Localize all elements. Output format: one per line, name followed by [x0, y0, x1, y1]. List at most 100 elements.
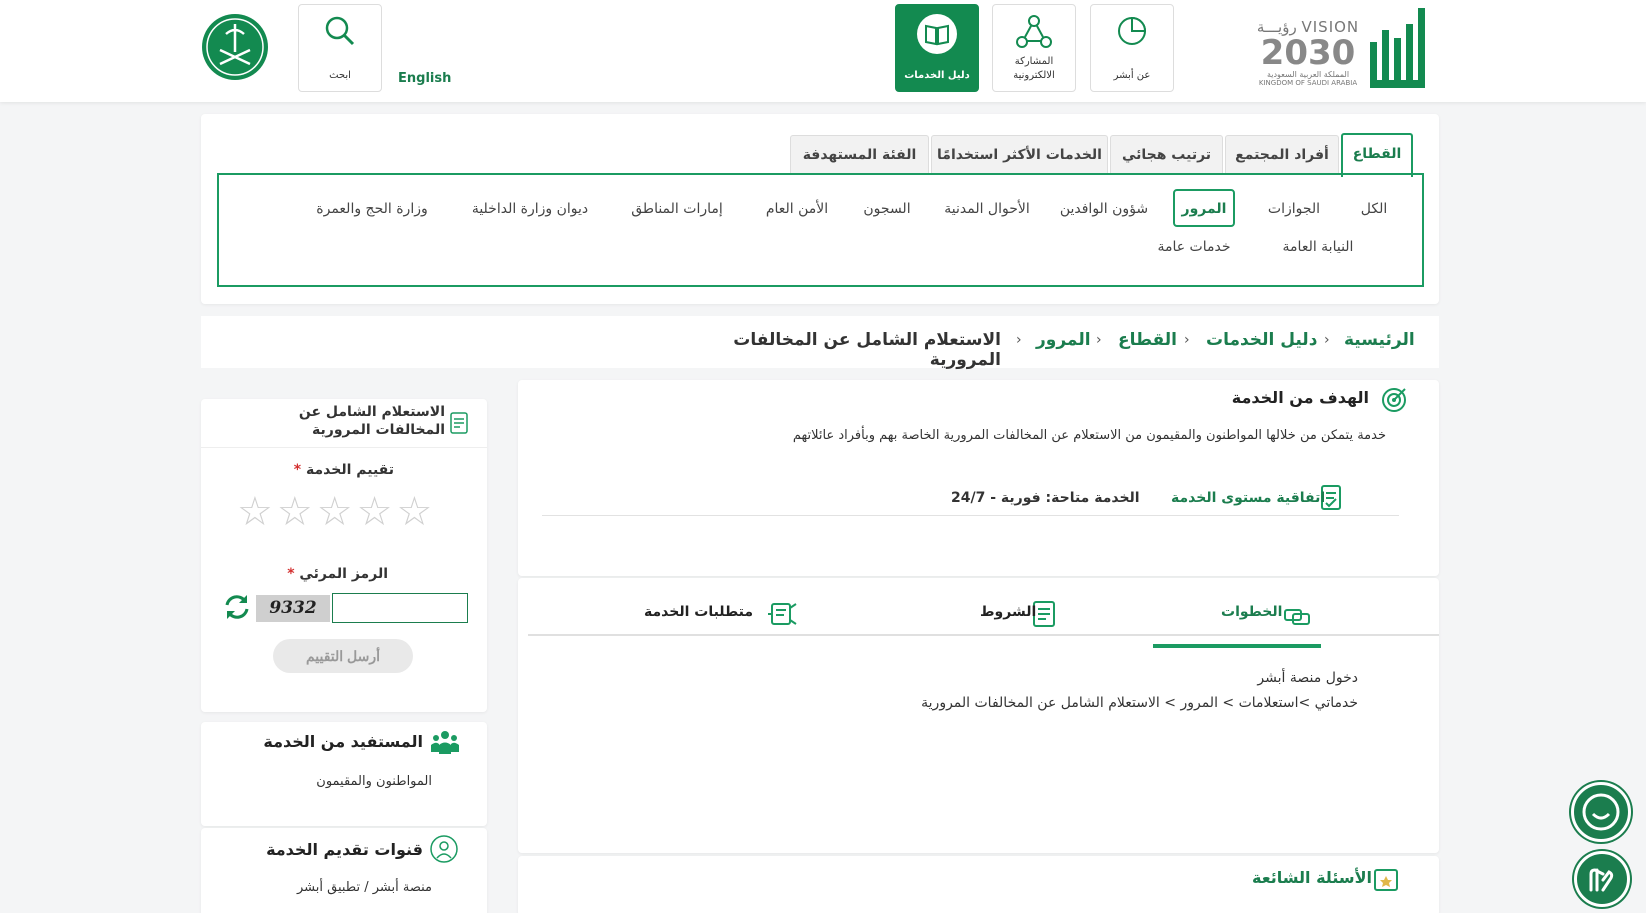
book-icon: [917, 14, 957, 54]
rating-label-row: تقييم الخدمة *: [294, 462, 394, 478]
services-guide-label: دليل الخدمات: [904, 70, 970, 81]
tab-community[interactable]: أفراد المجتمع: [1225, 135, 1339, 173]
star-icon[interactable]: ☆: [277, 489, 313, 535]
faq-card[interactable]: الأسئلة الشائعة: [518, 856, 1439, 913]
support-agent-icon: [430, 835, 458, 863]
sector-expatriates[interactable]: شؤون الوافدين: [1049, 191, 1159, 229]
required-mark: *: [293, 462, 302, 478]
english-link[interactable]: English: [398, 71, 451, 86]
sector-civil-affairs[interactable]: الأحوال المدنية: [939, 191, 1035, 229]
vision-2030-logo: رؤيـــة VISION 2030 المملكة العربية السع…: [1253, 14, 1363, 94]
breadcrumb-separator-icon: ›: [1184, 332, 1190, 348]
tab-requirements[interactable]: متطلبات الخدمة: [638, 592, 798, 648]
sign-language-button[interactable]: [1574, 851, 1630, 907]
breadcrumb-separator-icon: ›: [1016, 332, 1022, 348]
beneficiary-value: المواطنون والمقيمون: [316, 774, 432, 789]
about-absher-label: عن أبشر: [1113, 70, 1151, 81]
target-icon: [1382, 388, 1406, 412]
tab-conditions[interactable]: الشروط: [958, 592, 1058, 648]
rating-label: تقييم الخدمة: [305, 462, 394, 478]
rating-card: الاستعلام الشامل عن المخالفات المرورية ت…: [201, 399, 487, 712]
beneficiary-title: المستفيد من الخدمة: [263, 732, 423, 751]
breadcrumb-home[interactable]: الرئيسية: [1344, 330, 1415, 350]
star-icon[interactable]: ☆: [237, 489, 273, 535]
search-label: ابحث: [329, 70, 351, 81]
breadcrumb-current: الاستعلام الشامل عن المخالفات المرورية: [733, 330, 1001, 370]
faq-title: الأسئلة الشائعة: [1252, 868, 1372, 887]
sector-public-prosecution[interactable]: النيابة العامة: [1263, 229, 1373, 267]
about-absher-button[interactable]: عن أبشر: [1090, 4, 1174, 92]
tabs-underline: [528, 634, 1439, 636]
rating-service-name: الاستعلام الشامل عن المخالفات المرورية: [298, 404, 445, 438]
tab-steps[interactable]: الخطوات: [1153, 592, 1321, 648]
faq-icon: [1374, 869, 1398, 891]
step-line-1: دخول منصة أبشر: [1257, 670, 1358, 686]
divider: [542, 515, 1399, 516]
service-steps-card: الخطوات الشروط متطلبات الخدمة دخول منصة …: [518, 578, 1439, 853]
tab-target-group[interactable]: الفئة المستهدفة: [790, 135, 929, 173]
sector-list: الكل الجوازات المرور شؤون الوافدين الأحو…: [217, 173, 1424, 287]
requirements-icon: [768, 603, 797, 625]
absher-logo[interactable]: [1368, 4, 1430, 90]
tab-sector[interactable]: القطاع: [1341, 133, 1413, 177]
absher-logo-icon: [1370, 8, 1425, 88]
sector-public-security[interactable]: الأمن العام: [757, 191, 837, 229]
sector-filter-card: القطاع أفراد المجتمع ترتيب هجائي الخدمات…: [201, 114, 1439, 304]
sla-value: الخدمة متاحة: فورية - 24/7: [951, 490, 1140, 506]
channels-value: منصة أبشر / تطبيق أبشر: [296, 880, 432, 895]
sector-prisons[interactable]: السجون: [857, 191, 917, 229]
required-mark: *: [287, 566, 295, 582]
tab-alphabetical[interactable]: ترتيب هجائي: [1110, 135, 1223, 173]
captcha-label-row: الرمز المرئي *: [287, 566, 388, 582]
vision-sub-ar: المملكة العربية السعودية: [1266, 70, 1350, 79]
vision-sub-en: KINGDOM OF SAUDI ARABIA: [1258, 79, 1358, 87]
search-button[interactable]: ابحث: [298, 4, 382, 92]
services-guide-button[interactable]: دليل الخدمات: [895, 4, 979, 92]
breadcrumb-services-guide[interactable]: دليل الخدمات: [1206, 330, 1317, 350]
sector-moi-diwan[interactable]: ديوان وزارة الداخلية: [457, 191, 603, 229]
breadcrumb: الرئيسية › دليل الخدمات › القطاع › المرو…: [201, 316, 1439, 370]
hand-sign-icon: [1589, 868, 1614, 892]
star-icon[interactable]: ☆: [357, 489, 393, 535]
emblem-icon: [202, 14, 268, 80]
beneficiary-card: المستفيد من الخدمة المواطنون والمقيمون: [201, 722, 487, 826]
tab-steps-label: الخطوات: [1221, 604, 1283, 620]
star-rating[interactable]: ☆ ☆ ☆ ☆ ☆: [233, 489, 432, 535]
tab-requirements-label: متطلبات الخدمة: [644, 604, 754, 620]
tab-most-used[interactable]: الخدمات الأكثر استخدامًا: [931, 135, 1108, 173]
goal-title: الهدف من الخدمة: [1231, 388, 1369, 407]
refresh-icon[interactable]: [223, 593, 251, 621]
vision-year: 2030: [1260, 33, 1356, 73]
star-icon[interactable]: ☆: [317, 489, 353, 535]
breadcrumb-separator-icon: ›: [1096, 332, 1102, 348]
people-icon: [431, 731, 459, 754]
submit-rating-button[interactable]: أرسل التقييم: [273, 639, 413, 673]
saudi-emblem-logo: [200, 12, 270, 86]
captcha-input[interactable]: [332, 593, 468, 623]
e-participation-label: المشاركة الالكترونية: [1013, 56, 1055, 81]
sla-label: اتفاقية مستوى الخدمة: [1171, 490, 1326, 506]
breadcrumb-traffic[interactable]: المرور: [1036, 330, 1091, 350]
star-icon[interactable]: ☆: [396, 489, 432, 535]
sector-all[interactable]: الكل: [1349, 191, 1399, 229]
channels-card: قنوات تقديم الخدمة منصة أبشر / تطبيق أبش…: [201, 828, 487, 913]
goal-description: خدمة يتمكن من خلالها المواطنون والمقيمون…: [792, 428, 1386, 443]
sector-traffic[interactable]: المرور: [1173, 189, 1235, 227]
breadcrumb-sector[interactable]: القطاع: [1118, 330, 1177, 350]
captcha-label: الرمز المرئي: [299, 566, 388, 582]
top-header: رؤيـــة VISION 2030 المملكة العربية السع…: [0, 0, 1646, 102]
network-icon: [1016, 15, 1052, 48]
sector-hajj-umrah[interactable]: وزارة الحج والعمرة: [307, 191, 437, 229]
captcha-image: 9332: [256, 595, 330, 622]
chatbot-button[interactable]: [1571, 782, 1631, 842]
sector-passports[interactable]: الجوازات: [1259, 191, 1329, 229]
pie-chart-icon: [1118, 16, 1147, 45]
service-goal-card: الهدف من الخدمة خدمة يتمكن من خلالها الم…: [518, 380, 1439, 576]
sector-general-services[interactable]: خدمات عامة: [1149, 229, 1239, 267]
e-participation-button[interactable]: المشاركة الالكترونية: [992, 4, 1076, 92]
document-icon: [450, 412, 468, 434]
steps-icon: [1284, 609, 1310, 625]
sector-regions[interactable]: إمارات المناطق: [621, 191, 733, 229]
divider: [201, 447, 487, 448]
chat-bot-icon: [1582, 793, 1620, 831]
